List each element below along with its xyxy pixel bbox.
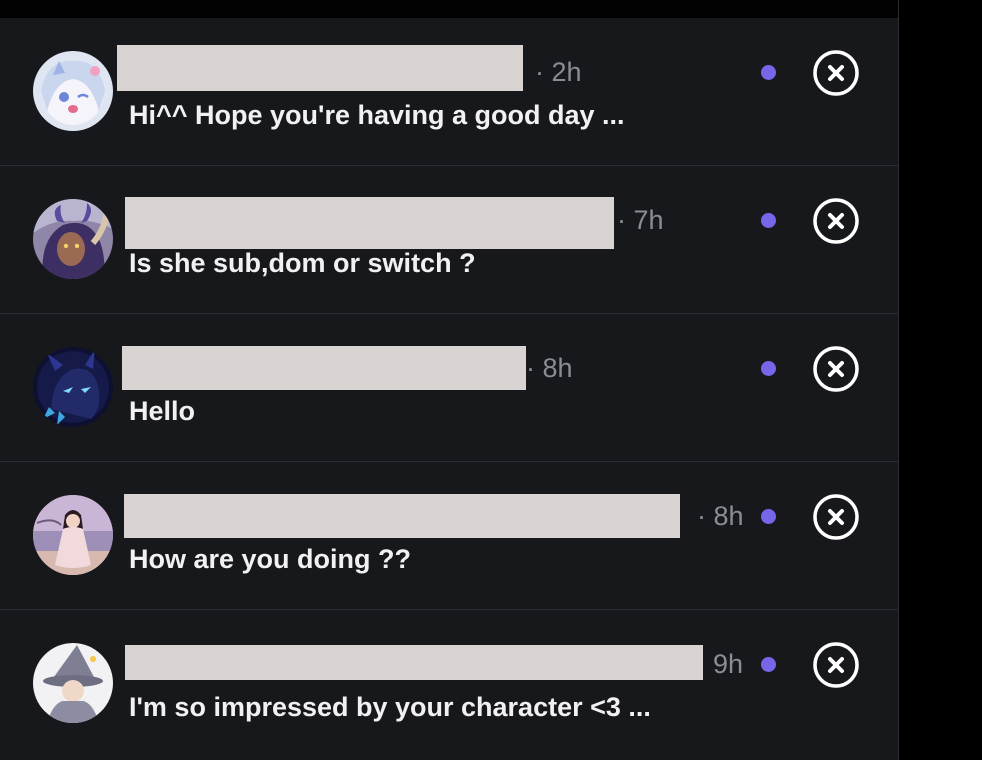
username-redaction — [122, 346, 526, 390]
dismiss-button[interactable] — [813, 198, 859, 244]
avatar[interactable] — [33, 51, 113, 131]
close-circle-icon — [813, 50, 859, 96]
notification-row[interactable]: · 8h Hello — [0, 315, 898, 462]
top-bar — [0, 0, 898, 18]
message-preview: Hello — [129, 396, 196, 426]
dragon-avatar-dark-blue-icon — [33, 347, 113, 427]
dismiss-button[interactable] — [813, 346, 859, 392]
avatar[interactable] — [33, 347, 113, 427]
notifications-panel: · 2h Hi^^ Hope you're having a good day … — [0, 0, 899, 760]
timestamp: · 2h — [535, 57, 582, 87]
anime-avatar-beach-girl-icon — [33, 495, 113, 575]
username-redaction — [117, 45, 523, 91]
message-preview: Is she sub,dom or switch ? — [129, 248, 476, 278]
timestamp: · 8h — [697, 501, 744, 531]
notification-row[interactable]: 9h I'm so impressed by your character <3… — [0, 611, 898, 758]
unread-indicator — [761, 509, 776, 524]
timestamp: · 7h — [617, 205, 664, 235]
close-circle-icon — [813, 346, 859, 392]
dismiss-button[interactable] — [813, 642, 859, 688]
username-redaction — [125, 197, 614, 249]
unread-indicator — [761, 65, 776, 80]
wizard-avatar-grey-icon — [33, 643, 113, 723]
notification-row[interactable]: · 8h How are you doing ?? — [0, 463, 898, 610]
unread-indicator — [761, 213, 776, 228]
username-redaction — [125, 645, 703, 680]
message-preview: How are you doing ?? — [129, 544, 411, 574]
dismiss-button[interactable] — [813, 50, 859, 96]
close-circle-icon — [813, 642, 859, 688]
close-circle-icon — [813, 198, 859, 244]
message-preview: I'm so impressed by your character <3 ..… — [129, 692, 651, 722]
avatar[interactable] — [33, 495, 113, 575]
timestamp: 9h — [713, 649, 744, 679]
avatar[interactable] — [33, 199, 113, 279]
timestamp: · 8h — [526, 353, 573, 383]
notification-row[interactable]: · 2h Hi^^ Hope you're having a good day … — [0, 19, 898, 166]
notification-row[interactable]: · 7h Is she sub,dom or switch ? — [0, 167, 898, 314]
username-redaction — [124, 494, 680, 538]
unread-indicator — [761, 361, 776, 376]
anime-avatar-horned-purple-icon — [33, 199, 113, 279]
avatar[interactable] — [33, 643, 113, 723]
message-preview: Hi^^ Hope you're having a good day ... — [129, 100, 625, 130]
dismiss-button[interactable] — [813, 494, 859, 540]
anime-avatar-white-hair-icon — [33, 51, 113, 131]
unread-indicator — [761, 657, 776, 672]
close-circle-icon — [813, 494, 859, 540]
